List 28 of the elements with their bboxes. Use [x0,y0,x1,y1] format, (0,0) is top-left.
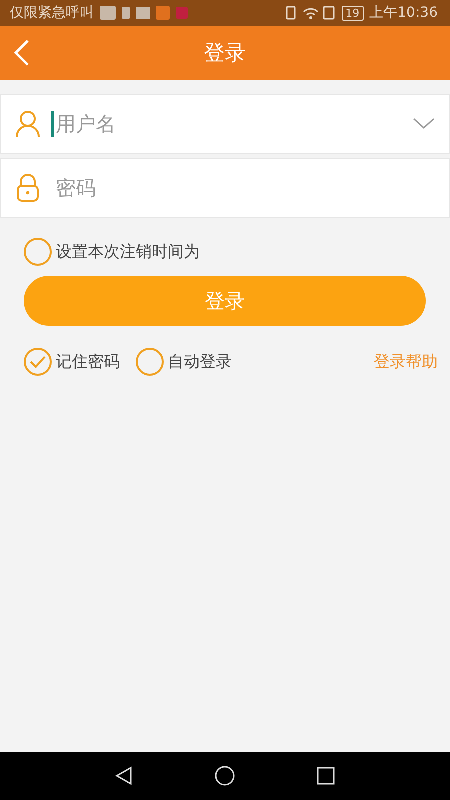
clock-time: 上午10:36 [370,4,438,22]
input-field[interactable]: 用户名 [51,111,403,137]
lock-icon [15,174,41,202]
check-icon [29,355,47,369]
checkbox-label: 记住密码 [56,352,120,372]
text-field[interactable]: 密码 [0,158,450,218]
user-icon [15,110,41,138]
app-icon [136,7,150,19]
back-icon[interactable] [114,766,134,786]
carrier-text: 仅限紧急呼叫 [10,4,94,22]
checkbox-label: 自动登录 [168,352,232,372]
home-icon[interactable] [214,765,236,787]
page-title: 登录 [204,40,246,67]
battery-level: 19 [342,6,364,20]
login-button[interactable]: 登录 [24,276,426,326]
app-icon [156,6,170,20]
input-field[interactable]: 密码 [51,175,435,201]
status-icons [284,5,336,21]
chevron-down-icon[interactable] [413,118,435,130]
app-icon [100,6,116,20]
checkbox-label: 设置本次注销时间为 [56,242,200,262]
help-link[interactable]: 登录帮助 [374,352,438,372]
checkbox[interactable] [24,348,52,376]
recents-icon[interactable] [316,766,336,786]
text-field[interactable]: 用户名 [0,94,450,154]
app-icon [176,7,188,19]
checkbox[interactable] [136,348,164,376]
checkbox[interactable] [24,238,52,266]
